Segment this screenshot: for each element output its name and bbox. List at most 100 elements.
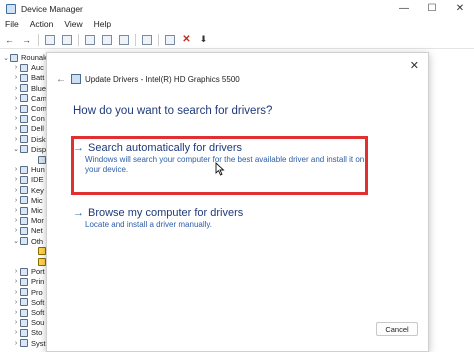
update-drivers-dialog: ← Update Drivers - Intel(R) HD Graphics …: [46, 52, 429, 352]
tree-item-label: Rounak: [21, 53, 47, 62]
update-driver-icon[interactable]: ⬇: [197, 33, 210, 46]
tree-expander-icon[interactable]: ›: [12, 329, 20, 336]
tree-item-label: Com: [31, 104, 47, 113]
toolbar: ← → ✕ ⬇: [0, 31, 474, 49]
toolbar-divider: [158, 33, 159, 46]
browse-computer-option[interactable]: → Browse my computer for drivers Locate …: [73, 207, 365, 230]
tree-item-label: Mic: [31, 206, 43, 215]
computer-icon: [10, 53, 18, 62]
tree-item-label: Blue: [31, 83, 47, 93]
menu-file[interactable]: File: [5, 19, 19, 29]
tree-expander-icon[interactable]: ›: [12, 125, 20, 132]
controller-icon: [20, 114, 28, 123]
option-description: Locate and install a driver manually.: [85, 220, 213, 229]
forward-icon[interactable]: →: [20, 33, 33, 46]
back-arrow-icon[interactable]: ←: [56, 74, 66, 85]
tree-expander-icon[interactable]: ›: [12, 319, 20, 326]
tree-item-label: Prin: [31, 277, 45, 287]
tree-expander-icon[interactable]: ›: [12, 85, 20, 92]
tree-expander-icon[interactable]: ›: [12, 95, 20, 102]
tree-item-label: Auc: [31, 63, 44, 73]
tree-expander-icon[interactable]: ›: [12, 289, 20, 296]
display-adapter-icon: [38, 155, 46, 164]
tree-expander-icon[interactable]: ›: [12, 309, 20, 316]
display-adapter-icon: [71, 74, 81, 84]
bluetooth-icon: [20, 84, 28, 93]
mouse-cursor-icon: [215, 161, 225, 179]
arrow-right-icon: →: [73, 207, 84, 219]
refresh-icon[interactable]: [117, 33, 130, 46]
enable-device-icon[interactable]: [163, 33, 176, 46]
menu-view[interactable]: View: [64, 19, 82, 29]
tree-expander-icon[interactable]: ›: [12, 278, 20, 285]
tree-expander-icon[interactable]: ›: [12, 299, 20, 306]
display-icon: [20, 145, 28, 154]
tree-item-label: Soft: [31, 297, 45, 307]
tree-item-label: Mor: [31, 216, 44, 226]
audio-icon: [20, 63, 28, 72]
tree-item-label: Oth: [31, 236, 44, 246]
microphone-icon: [20, 196, 28, 205]
tree-expander-icon[interactable]: ⌄: [2, 54, 10, 62]
dialog-close-button[interactable]: ✕: [410, 59, 419, 72]
maximize-button[interactable]: ☐: [418, 0, 446, 17]
keyboard-icon: [20, 186, 28, 195]
toolbar-divider: [78, 33, 79, 46]
tree-expander-icon[interactable]: ›: [12, 105, 20, 112]
tree-item-label: Batt: [31, 73, 45, 83]
cancel-button[interactable]: Cancel: [376, 322, 418, 336]
warning-device-icon: [38, 257, 46, 266]
uninstall-device-icon[interactable]: ✕: [180, 33, 193, 46]
option-title[interactable]: Browse my computer for drivers: [88, 207, 243, 219]
properties-icon[interactable]: [60, 33, 73, 46]
storage-icon: [20, 328, 28, 337]
toolbar-divider: [135, 33, 136, 46]
view-icon[interactable]: [100, 33, 113, 46]
tree-expander-icon[interactable]: ⌄: [12, 145, 20, 153]
minimize-button[interactable]: —: [390, 0, 418, 17]
computer-icon: [20, 104, 28, 113]
dialog-title: Update Drivers - Intel(R) HD Graphics 55…: [85, 75, 240, 84]
network-icon: [20, 226, 28, 235]
tree-item-label: Sto: [31, 328, 43, 338]
title-bar: Device Manager — ☐ ✕: [0, 0, 474, 17]
close-button[interactable]: ✕: [446, 0, 474, 17]
show-hide-console-tree-icon[interactable]: [43, 33, 56, 46]
dialog-question: How do you want to search for drivers?: [73, 105, 273, 117]
tree-item-label: Disp: [31, 144, 47, 154]
tree-expander-icon[interactable]: ⌄: [12, 237, 20, 245]
tree-expander-icon[interactable]: ›: [12, 64, 20, 71]
disk-icon: [20, 135, 28, 144]
tree-expander-icon[interactable]: ›: [12, 197, 20, 204]
help-icon[interactable]: [83, 33, 96, 46]
scan-hardware-icon[interactable]: [140, 33, 153, 46]
menu-bar: File Action View Help: [0, 17, 474, 31]
mouse-icon: [20, 206, 28, 215]
tree-item-label: Mic: [31, 195, 43, 205]
tree-expander-icon[interactable]: ›: [12, 187, 20, 194]
tree-expander-icon[interactable]: ›: [12, 176, 20, 183]
tree-expander-icon[interactable]: ›: [12, 207, 20, 214]
port-icon: [20, 267, 28, 276]
tree-item-label: Soft: [31, 308, 45, 317]
tree-expander-icon[interactable]: ›: [12, 136, 20, 143]
tree-expander-icon[interactable]: ›: [12, 340, 20, 347]
tree-expander-icon[interactable]: ›: [12, 74, 20, 81]
tree-expander-icon[interactable]: ›: [12, 217, 20, 224]
tree-item-label: Dell: [31, 124, 44, 134]
software-icon: [20, 298, 28, 307]
dialog-header: ← Update Drivers - Intel(R) HD Graphics …: [47, 53, 428, 101]
tree-expander-icon[interactable]: ›: [12, 227, 20, 234]
other-devices-icon: [20, 237, 28, 246]
back-icon[interactable]: ←: [3, 33, 16, 46]
tree-expander-icon[interactable]: ›: [12, 166, 20, 173]
tree-item-label: Cam: [31, 93, 47, 103]
menu-help[interactable]: Help: [94, 19, 111, 29]
tree-expander-icon[interactable]: ›: [12, 115, 20, 122]
sound-icon: [20, 318, 28, 327]
tree-item-label: IDE: [31, 175, 44, 185]
menu-action[interactable]: Action: [30, 19, 54, 29]
tree-expander-icon[interactable]: ›: [12, 268, 20, 275]
tree-item-label: Hun: [31, 165, 45, 175]
warning-device-icon: [38, 247, 46, 256]
